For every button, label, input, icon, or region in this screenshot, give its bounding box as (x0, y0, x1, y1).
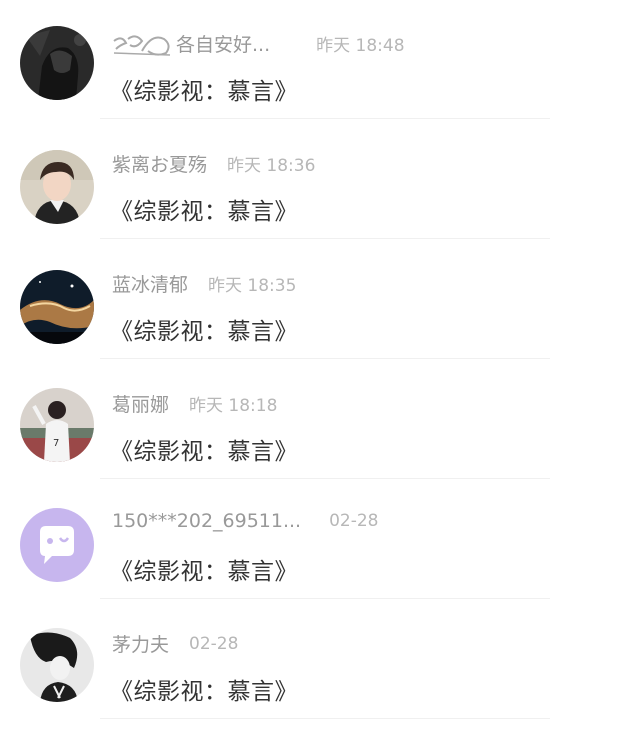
comment-message: 《综影视：慕言》 (110, 559, 298, 585)
comment-item[interactable]: 紫离お夏殇 昨天 18:36 《综影视：慕言》 (0, 120, 640, 239)
comment-time: 昨天 18:35 (208, 276, 297, 296)
row-divider (100, 358, 550, 359)
default-avatar-chat-bubble-icon[interactable] (20, 508, 94, 582)
comment-message: 《综影视：慕言》 (110, 319, 298, 345)
row-divider (100, 598, 550, 599)
comment-meta: 葛丽娜 昨天 18:18 (112, 390, 277, 417)
comment-list: 各自安好... 昨天 18:48 《综影视：慕言》 紫离お夏殇 昨天 18:36… (0, 0, 640, 735)
user-avatar-nebula-icon[interactable] (20, 270, 94, 344)
row-divider (100, 118, 550, 119)
comment-message: 《综影视：慕言》 (110, 679, 298, 705)
decorative-name-symbol-icon (113, 34, 171, 56)
comment-time: 02-28 (189, 633, 239, 654)
comment-item[interactable]: 蓝冰清郁 昨天 18:35 《综影视：慕言》 (0, 240, 640, 359)
user-name[interactable]: 各自安好... (176, 30, 270, 57)
user-avatar-portrait-icon[interactable] (20, 150, 94, 224)
user-avatar-girl-icon[interactable]: 7 (20, 388, 94, 462)
user-avatar-sketch-icon[interactable] (20, 628, 94, 702)
comment-message: 《综影视：慕言》 (110, 199, 298, 225)
user-name[interactable]: 茅力夫 (112, 630, 169, 657)
comment-meta: 150***202_69511... 02-28 (112, 510, 379, 532)
user-avatar-dark-icon[interactable] (20, 26, 94, 100)
comment-meta: 茅力夫 02-28 (112, 630, 238, 657)
comment-message: 《综影视：慕言》 (110, 439, 298, 465)
user-name[interactable]: 150***202_69511... (112, 510, 301, 532)
comment-meta: 各自安好... 昨天 18:48 (112, 30, 405, 57)
comment-time: 昨天 18:18 (189, 396, 278, 416)
row-divider (100, 718, 550, 719)
user-name[interactable]: 紫离お夏殇 (112, 150, 207, 177)
comment-meta: 蓝冰清郁 昨天 18:35 (112, 270, 296, 297)
row-divider (100, 238, 550, 239)
comment-item[interactable]: 各自安好... 昨天 18:48 《综影视：慕言》 (0, 0, 640, 119)
comment-item[interactable]: 7 葛丽娜 昨天 18:18 《综影视：慕言》 (0, 360, 640, 479)
user-name[interactable]: 葛丽娜 (112, 390, 169, 417)
comment-time: 昨天 18:48 (316, 36, 405, 56)
comment-meta: 紫离お夏殇 昨天 18:36 (112, 150, 315, 177)
comment-item[interactable]: 150***202_69511... 02-28 《综影视：慕言》 (0, 480, 640, 599)
user-name[interactable]: 蓝冰清郁 (112, 270, 188, 297)
row-divider (100, 478, 550, 479)
comment-time: 昨天 18:36 (227, 156, 316, 176)
svg-text:7: 7 (53, 438, 59, 449)
comment-item[interactable]: 茅力夫 02-28 《综影视：慕言》 (0, 600, 640, 719)
comment-time: 02-28 (329, 511, 379, 531)
comment-message: 《综影视：慕言》 (110, 79, 298, 105)
